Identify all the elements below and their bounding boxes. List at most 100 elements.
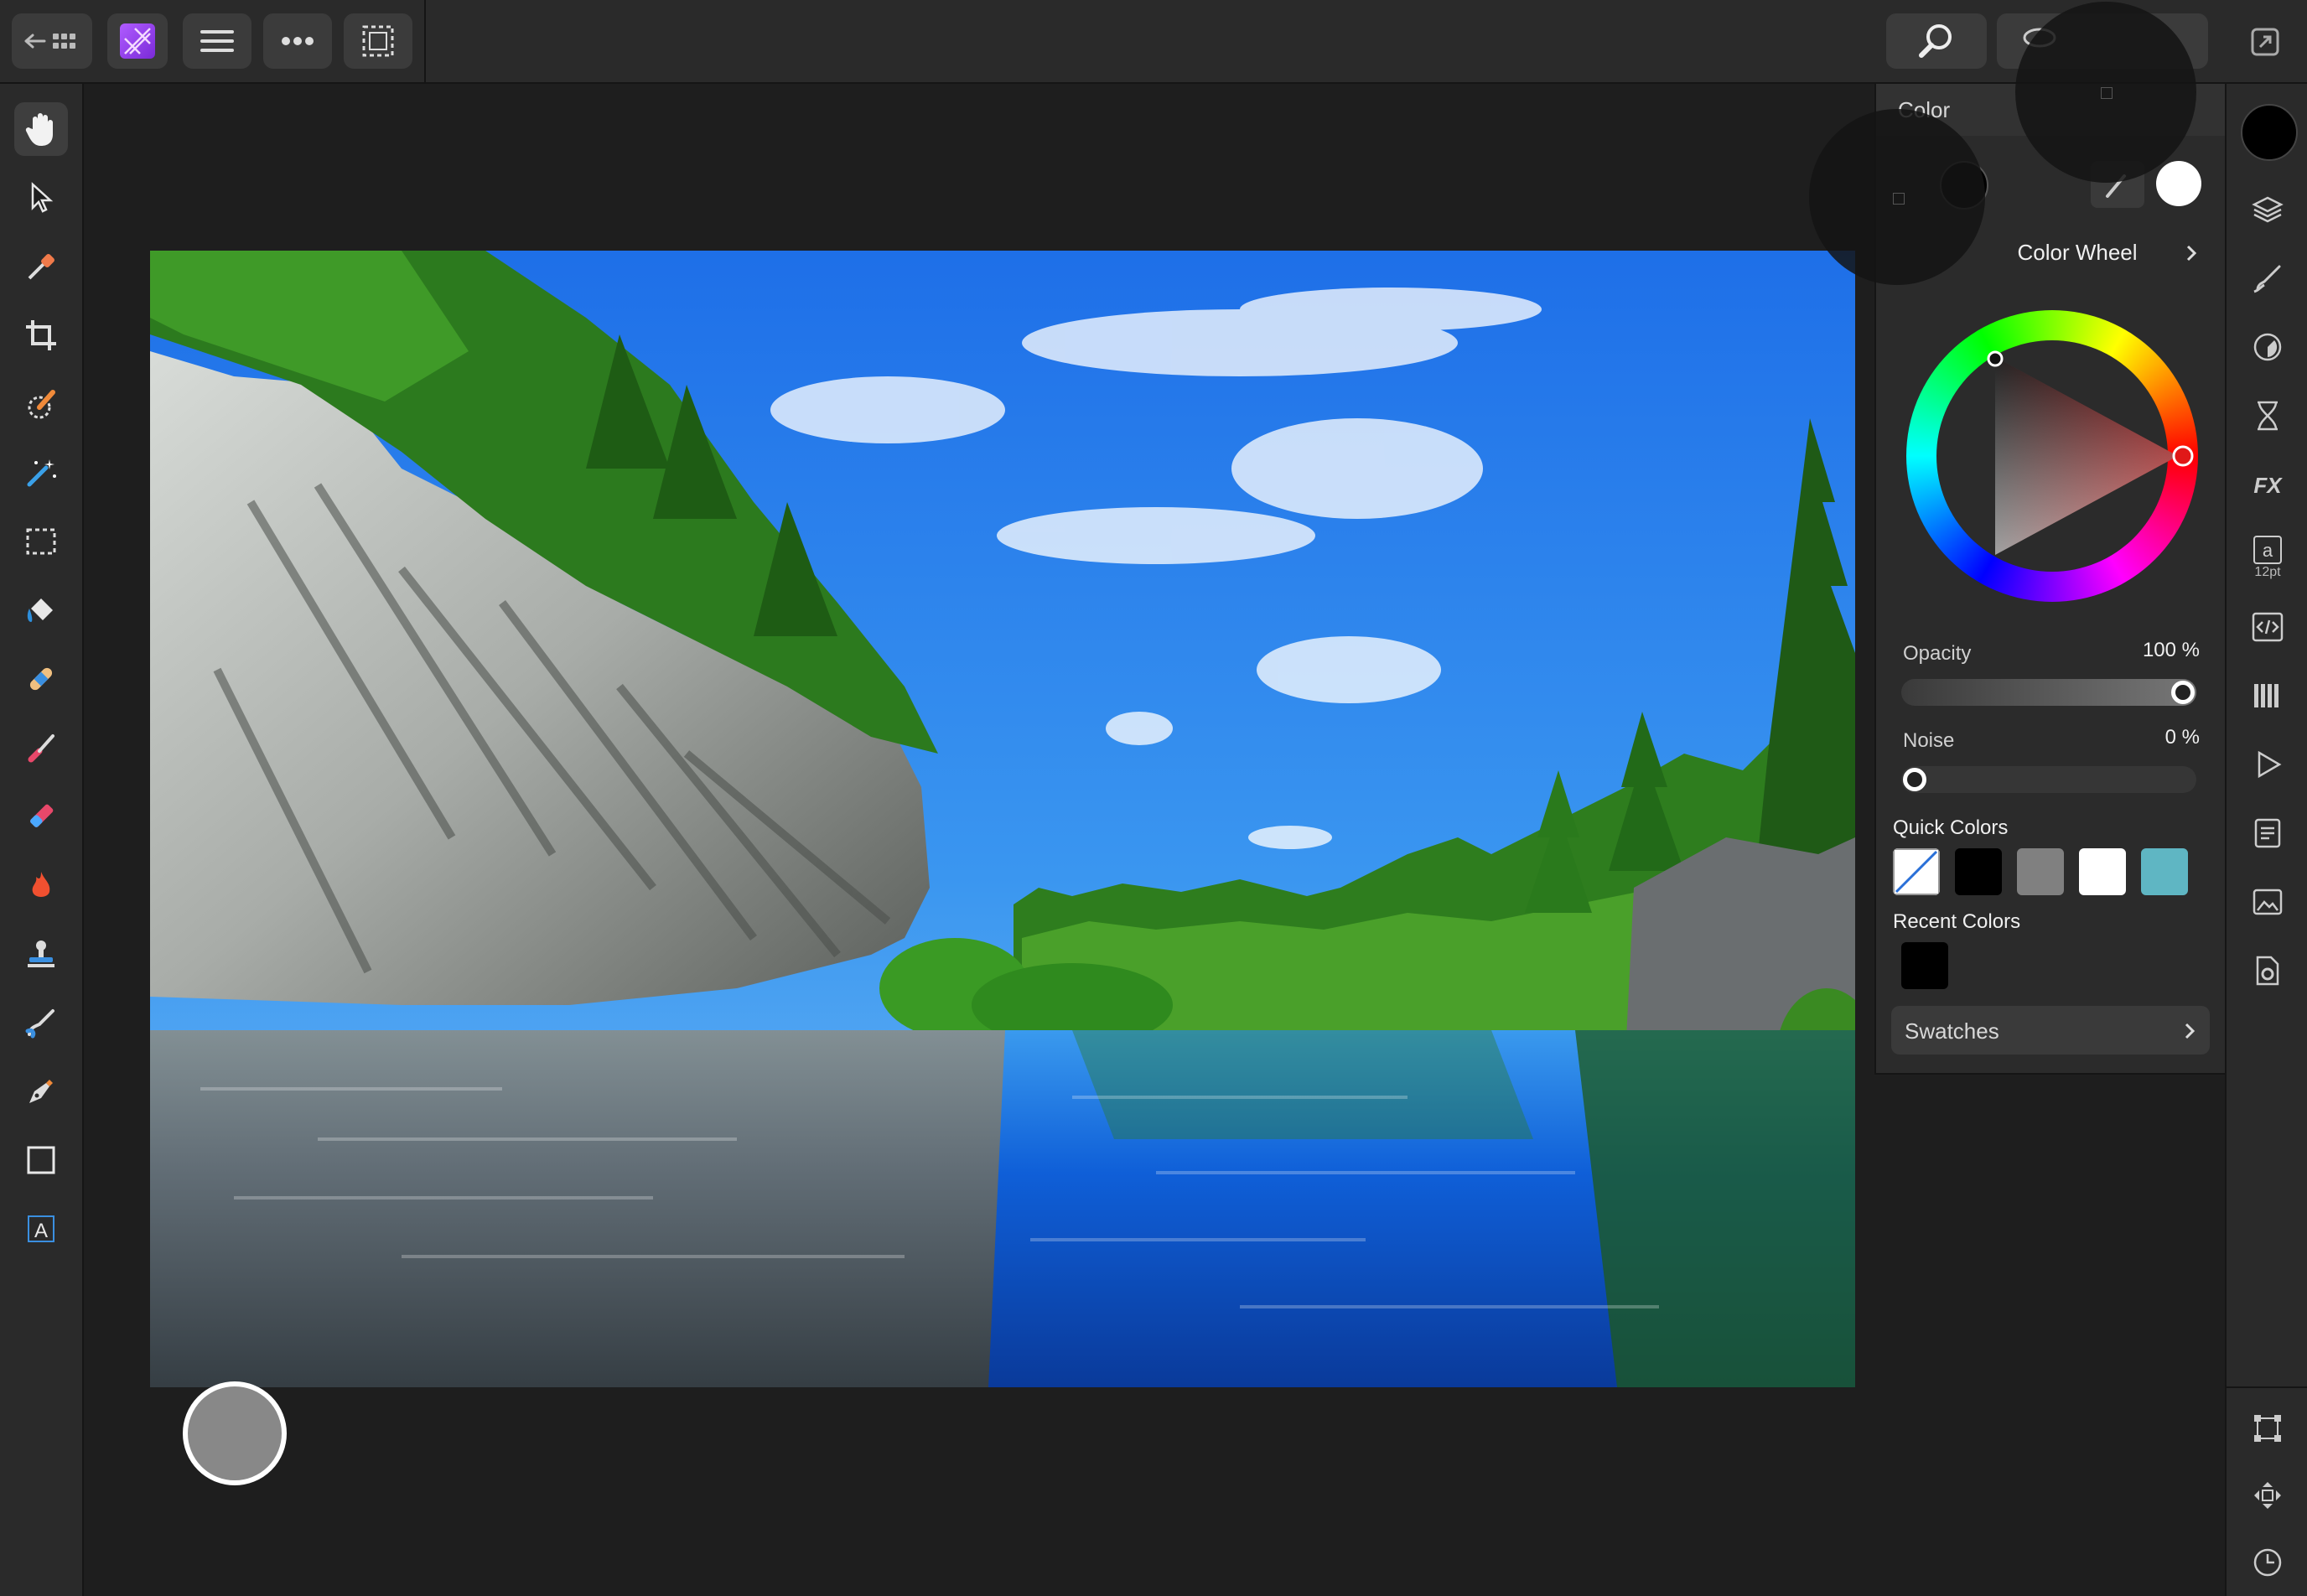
burn-brush-tool[interactable]: [14, 858, 68, 912]
paint-brush-tool[interactable]: [14, 721, 68, 775]
svg-text:FX: FX: [2253, 473, 2283, 498]
no-color-icon: [1893, 848, 1940, 895]
code-icon: [2252, 612, 2284, 642]
studio-fx[interactable]: FX: [2244, 461, 2291, 508]
quick-color-none[interactable]: [1893, 848, 1940, 895]
pen-tool[interactable]: [14, 1065, 68, 1118]
studio-history[interactable]: [2244, 392, 2291, 439]
opacity-value: 100 %: [2142, 639, 2200, 661]
color-picker-tool[interactable]: [14, 240, 68, 293]
clone-brush-tool[interactable]: [14, 927, 68, 981]
hourglass-icon: [2258, 401, 2278, 431]
swatches-button[interactable]: Swatches: [1891, 1006, 2210, 1054]
touch-indicator-center: [1893, 193, 1905, 205]
saturation-handle: [1987, 350, 2004, 367]
studio-nudge[interactable]: [2244, 1472, 2291, 1519]
quick-color-white[interactable]: [2079, 848, 2126, 895]
flood-select-tool[interactable]: [14, 446, 68, 500]
affinity-photo-logo: [120, 23, 155, 59]
quick-color-black[interactable]: [1955, 848, 2002, 895]
hand-icon: [25, 113, 53, 146]
menu-button[interactable]: [183, 13, 251, 69]
brushes-icon: [2253, 265, 2281, 293]
hue-handle: [2172, 445, 2194, 467]
channels-icon: [2254, 684, 2278, 707]
chevron-right-icon: [2186, 245, 2197, 262]
studio-history-clock[interactable]: [2244, 1539, 2291, 1586]
eyedropper-icon: [28, 254, 54, 280]
recent-color-black[interactable]: [1901, 942, 1948, 989]
quick-color-gray[interactable]: [2017, 848, 2064, 895]
back-to-gallery-icon: [24, 34, 75, 49]
opacity-slider-knob[interactable]: [2171, 681, 2195, 704]
hand-tool[interactable]: [14, 102, 68, 156]
studio-adjustments[interactable]: [2244, 324, 2291, 370]
smudge-icon: [25, 1009, 54, 1039]
landscape-photo: [150, 251, 1855, 1387]
back-to-gallery-button[interactable]: [12, 13, 92, 69]
document-image[interactable]: [150, 251, 1855, 1387]
brush-icon: [28, 734, 54, 763]
stamp-icon: [28, 940, 54, 967]
more-icon: [282, 37, 314, 45]
flood-fill-tool[interactable]: [14, 583, 68, 637]
zoom-tool-button[interactable]: [1886, 13, 1987, 69]
color-mode-label: Color Wheel: [2017, 240, 2138, 265]
selection-brush-tool[interactable]: [14, 377, 68, 431]
noise-value: 0 %: [2164, 726, 2200, 749]
studio-channels[interactable]: [2244, 672, 2291, 719]
expand-icon[interactable]: [2250, 27, 2280, 57]
swatches-label: Swatches: [1905, 1018, 1999, 1044]
studio-navigator[interactable]: [2244, 604, 2291, 650]
touch-indicator: [1809, 109, 1985, 285]
erase-brush-tool[interactable]: [14, 790, 68, 843]
layers-icon: [2252, 196, 2284, 223]
quick-color-teal[interactable]: [2141, 848, 2188, 895]
current-color-indicator[interactable]: [2241, 104, 2298, 161]
command-controller-button[interactable]: [183, 1381, 287, 1485]
studio-export[interactable]: [2244, 878, 2291, 925]
move-arrows-icon: [2254, 1482, 2281, 1509]
smudge-brush-tool[interactable]: [14, 996, 68, 1049]
hamburger-icon: [200, 30, 234, 52]
studio-divider: [2227, 1386, 2307, 1388]
quick-colors-label: Quick Colors: [1893, 816, 2009, 839]
square-icon: [27, 1146, 55, 1174]
studio-stock[interactable]: [2244, 810, 2291, 857]
studio-bar: FX a 12pt: [2225, 84, 2307, 1596]
marquee-icon: [26, 528, 56, 555]
studio-text[interactable]: a 12pt: [2244, 528, 2291, 587]
rectangular-marquee-tool[interactable]: [14, 515, 68, 568]
color-mode-selector[interactable]: Color Wheel: [1960, 226, 2211, 278]
image-icon: [2253, 889, 2283, 915]
selection-mode-button[interactable]: [344, 13, 412, 69]
color-wheel[interactable]: [1906, 310, 2198, 602]
recent-colors-label: Recent Colors: [1893, 910, 2021, 933]
rectangle-tool[interactable]: [14, 1133, 68, 1187]
svg-text:a: a: [2263, 540, 2273, 561]
noise-slider-knob[interactable]: [1903, 768, 1926, 791]
clock-icon: [2253, 1548, 2282, 1577]
studio-brushes[interactable]: [2244, 255, 2291, 302]
studio-transform[interactable]: [2244, 1405, 2291, 1452]
more-button[interactable]: [263, 13, 332, 69]
text-tool[interactable]: A: [14, 1202, 68, 1256]
opacity-slider[interactable]: [1901, 679, 2196, 706]
persona-button[interactable]: [107, 13, 168, 69]
noise-slider[interactable]: [1901, 766, 2196, 793]
text-size-caption: 12pt: [2254, 565, 2281, 579]
studio-layers[interactable]: [2244, 186, 2291, 233]
arrow-pointer-icon: [31, 182, 54, 213]
studio-settings[interactable]: [2244, 947, 2291, 994]
touch-indicator-center: [2101, 87, 2113, 99]
styles-icon: [2254, 818, 2281, 848]
move-tool[interactable]: [14, 171, 68, 225]
pen-nib-icon: [29, 1080, 53, 1103]
healing-tool[interactable]: [14, 652, 68, 706]
crop-tool[interactable]: [14, 308, 68, 362]
studio-macros[interactable]: [2244, 741, 2291, 788]
saturation-triangle[interactable]: [1906, 310, 2198, 602]
secondary-color-well[interactable]: [2156, 161, 2201, 206]
fx-icon: FX: [2253, 473, 2283, 498]
paint-bucket-icon: [27, 598, 53, 622]
